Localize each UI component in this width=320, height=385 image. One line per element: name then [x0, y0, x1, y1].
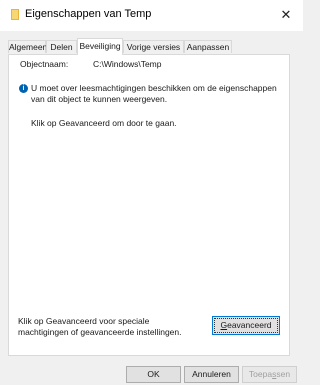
- tab-label: Vorige versies: [126, 42, 181, 52]
- advanced-button[interactable]: Geavanceerd: [212, 316, 280, 335]
- tab-aanpassen[interactable]: Aanpassen: [184, 40, 232, 53]
- security-panel: Objectnaam: C:\Windows\Temp i U moet ove…: [8, 54, 290, 356]
- tab-label: Algemeen: [9, 42, 48, 52]
- tab-vorige-versies[interactable]: Vorige versies: [123, 40, 184, 53]
- window-title: Eigenschappen van Temp: [25, 8, 152, 20]
- permission-message: U moet over leesmachtigingen beschikken …: [31, 83, 277, 104]
- button-label: Toepa: [248, 369, 273, 379]
- close-button[interactable]: ✕: [269, 0, 303, 30]
- tab-label: Delen: [50, 42, 73, 52]
- tab-label: Aanpassen: [186, 42, 230, 52]
- close-icon: ✕: [280, 7, 292, 22]
- button-label: sen: [276, 369, 291, 379]
- info-icon: i: [19, 84, 28, 93]
- tab-strip: Algemeen Delen Beveiliging Vorige versie…: [8, 38, 290, 55]
- button-label: Annuleren: [192, 369, 231, 379]
- button-label: eavanceerd: [227, 320, 272, 330]
- tab-delen[interactable]: Delen: [46, 40, 77, 53]
- object-name-label: Objectnaam:: [20, 59, 69, 69]
- cancel-button[interactable]: Annuleren: [184, 366, 239, 383]
- button-label: OK: [147, 369, 160, 379]
- advanced-hint: Klik op Geavanceerd om door te gaan.: [31, 118, 177, 128]
- title-bar: Eigenschappen van Temp ✕: [0, 0, 303, 31]
- ok-button[interactable]: OK: [126, 366, 181, 383]
- folder-icon: [11, 9, 19, 20]
- object-name-value: C:\Windows\Temp: [93, 59, 162, 69]
- tab-algemeen[interactable]: Algemeen: [8, 40, 48, 53]
- advanced-description: Klik op Geavanceerd voor speciale machti…: [18, 316, 182, 337]
- tab-beveiliging[interactable]: Beveiliging: [77, 38, 123, 55]
- tab-label: Beveiliging: [79, 41, 121, 51]
- apply-button[interactable]: Toepassen: [242, 366, 297, 383]
